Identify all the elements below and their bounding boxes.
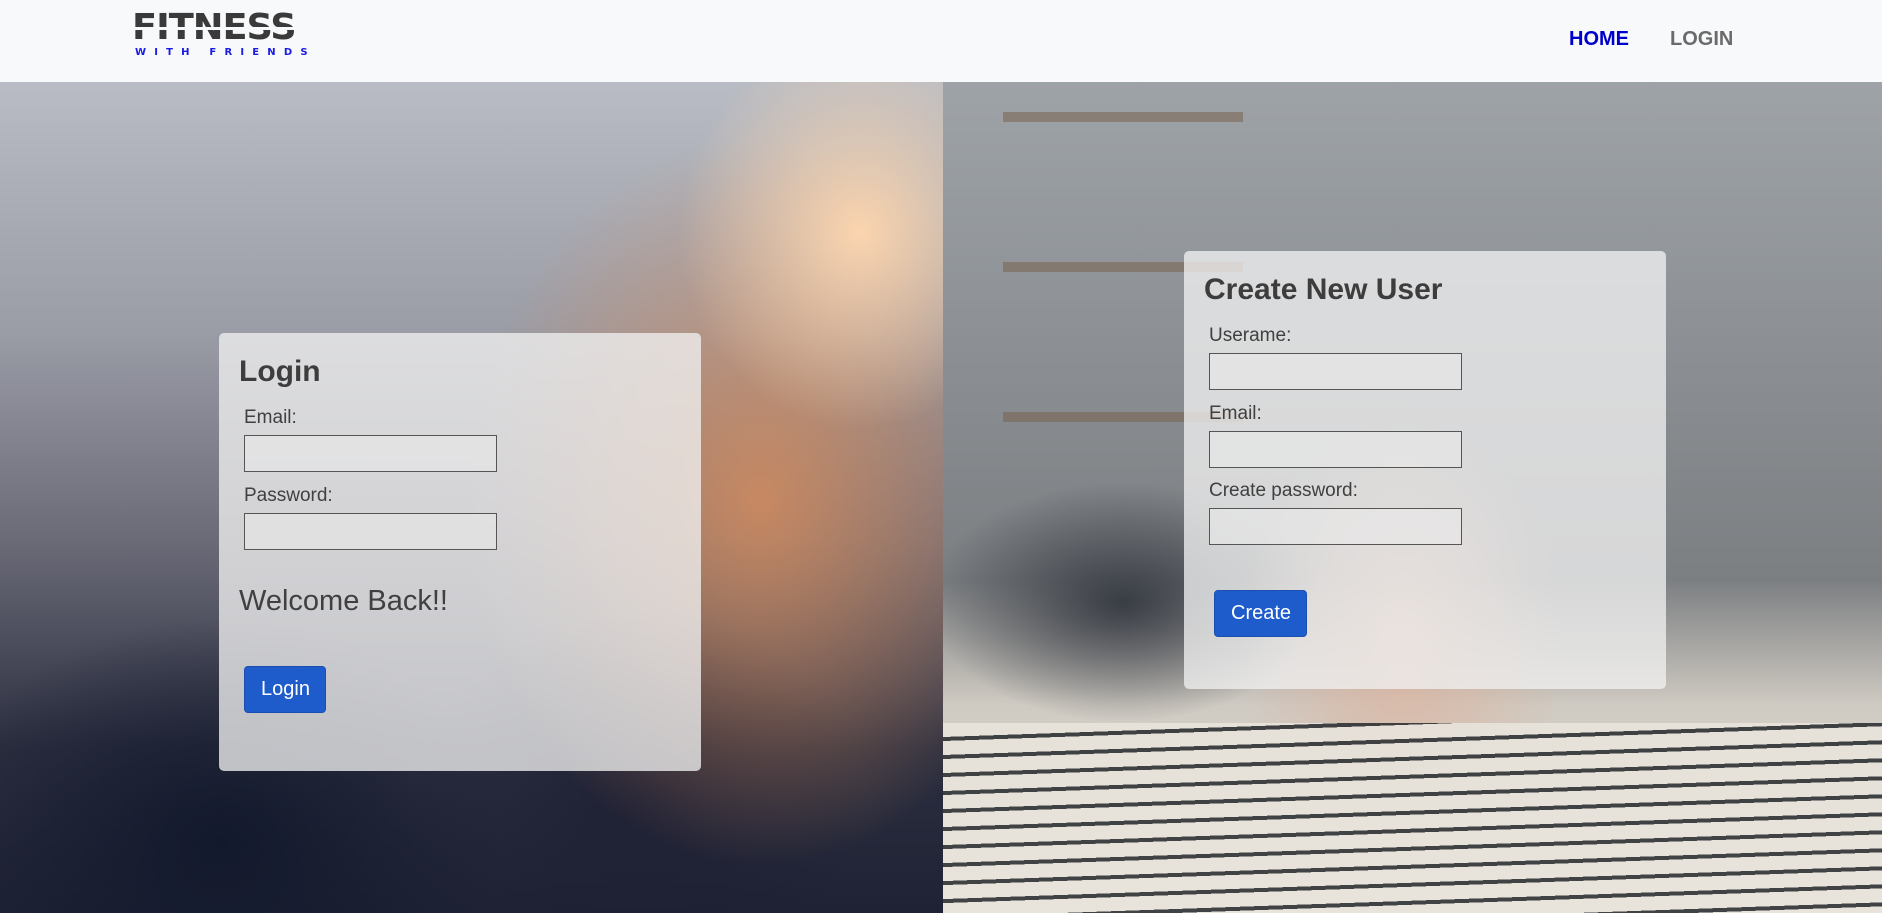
login-email-label: Email: (244, 407, 297, 428)
nav-home-link[interactable]: HOME (1569, 27, 1629, 51)
login-email-input[interactable] (244, 435, 497, 472)
welcome-message: Welcome Back!! (239, 585, 448, 617)
brand-name: FITNESS (132, 7, 297, 48)
nav-login-link[interactable]: LOGIN (1670, 27, 1733, 51)
create-password-input[interactable] (1209, 508, 1462, 545)
create-email-input[interactable] (1209, 431, 1462, 468)
brand-tagline: WITH FRIENDS (135, 47, 316, 58)
create-user-title: Create New User (1204, 273, 1443, 306)
navbar: FITNESS WITH FRIENDS HOME LOGIN (0, 0, 1882, 82)
create-button[interactable]: Create (1214, 590, 1307, 637)
shelf-decor (1003, 112, 1243, 122)
create-username-label: Userame: (1209, 325, 1292, 346)
create-user-card: Create New User Userame: Email: Create p… (1184, 251, 1666, 689)
dumbbell-background-image: Login Email: Password: Welcome Back!! Lo… (0, 82, 943, 913)
login-password-input[interactable] (244, 513, 497, 550)
create-password-label: Create password: (1209, 480, 1358, 501)
login-title: Login (239, 355, 321, 388)
brand-logo[interactable]: FITNESS WITH FRIENDS (132, 10, 308, 60)
yoga-mat-decor (943, 723, 1882, 913)
login-button[interactable]: Login (244, 666, 326, 713)
login-card: Login Email: Password: Welcome Back!! Lo… (219, 333, 701, 771)
create-email-label: Email: (1209, 403, 1262, 424)
login-password-label: Password: (244, 485, 333, 506)
create-username-input[interactable] (1209, 353, 1462, 390)
